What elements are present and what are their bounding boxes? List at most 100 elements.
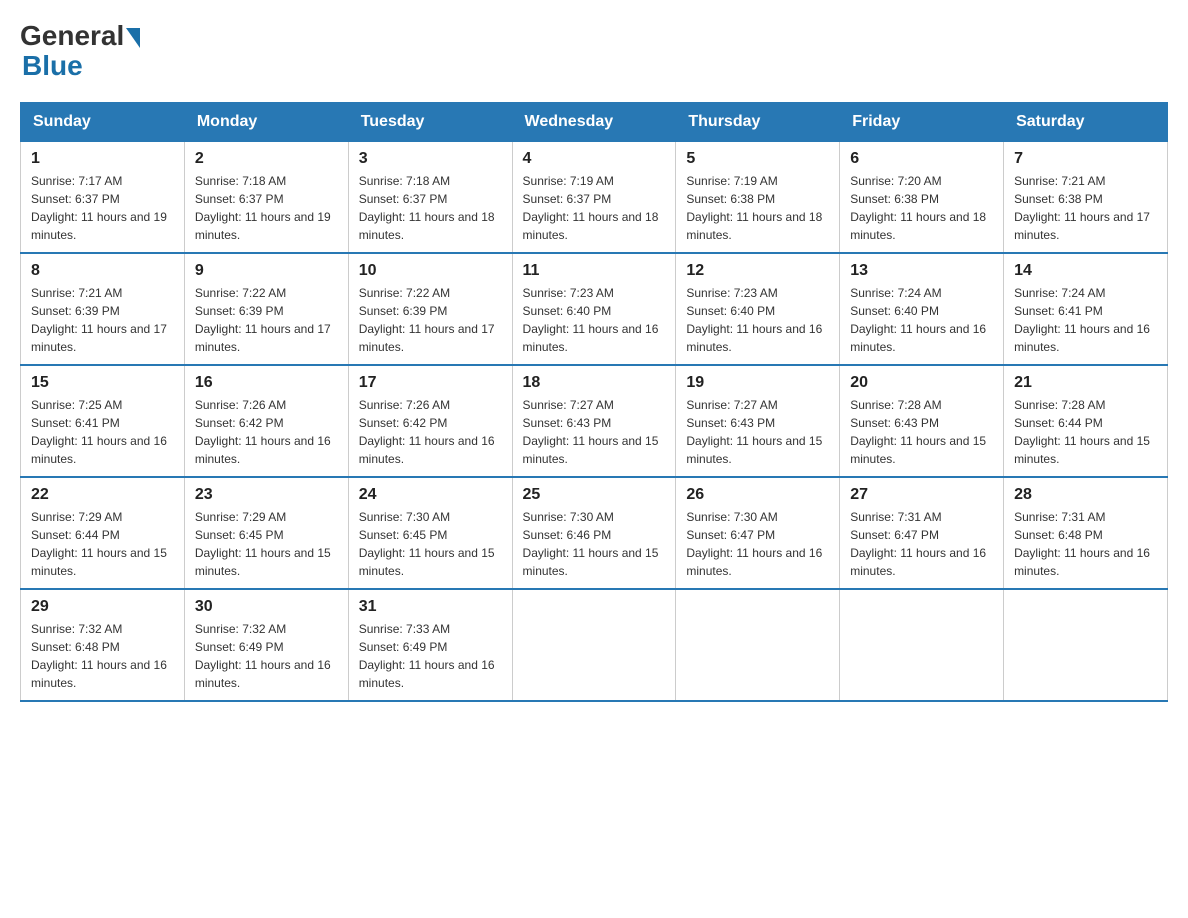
day-number: 4 bbox=[523, 150, 666, 168]
day-number: 14 bbox=[1014, 262, 1157, 280]
header-sunday: Sunday bbox=[21, 103, 185, 142]
day-number: 16 bbox=[195, 374, 338, 392]
calendar-cell: 15 Sunrise: 7:25 AMSunset: 6:41 PMDayligh… bbox=[21, 365, 185, 477]
day-info: Sunrise: 7:32 AMSunset: 6:49 PMDaylight:… bbox=[195, 620, 338, 692]
day-info: Sunrise: 7:22 AMSunset: 6:39 PMDaylight:… bbox=[359, 284, 502, 356]
day-info: Sunrise: 7:27 AMSunset: 6:43 PMDaylight:… bbox=[523, 396, 666, 468]
calendar-cell: 7 Sunrise: 7:21 AMSunset: 6:38 PMDaylight… bbox=[1004, 142, 1168, 254]
day-number: 10 bbox=[359, 262, 502, 280]
day-info: Sunrise: 7:31 AMSunset: 6:47 PMDaylight:… bbox=[850, 508, 993, 580]
calendar-week-row: 29 Sunrise: 7:32 AMSunset: 6:48 PMDayligh… bbox=[21, 589, 1168, 701]
calendar-cell: 1 Sunrise: 7:17 AMSunset: 6:37 PMDaylight… bbox=[21, 142, 185, 254]
day-info: Sunrise: 7:22 AMSunset: 6:39 PMDaylight:… bbox=[195, 284, 338, 356]
day-info: Sunrise: 7:26 AMSunset: 6:42 PMDaylight:… bbox=[359, 396, 502, 468]
logo-blue-text: Blue bbox=[22, 50, 83, 82]
calendar-cell: 22 Sunrise: 7:29 AMSunset: 6:44 PMDayligh… bbox=[21, 477, 185, 589]
logo-arrow-icon bbox=[126, 28, 140, 48]
day-info: Sunrise: 7:33 AMSunset: 6:49 PMDaylight:… bbox=[359, 620, 502, 692]
calendar-cell: 27 Sunrise: 7:31 AMSunset: 6:47 PMDayligh… bbox=[840, 477, 1004, 589]
calendar-cell: 13Sunrise: 7:24 AMSunset: 6:40 PMDayligh… bbox=[840, 253, 1004, 365]
header-friday: Friday bbox=[840, 103, 1004, 142]
calendar-cell: 12 Sunrise: 7:23 AMSunset: 6:40 PMDayligh… bbox=[676, 253, 840, 365]
day-number: 6 bbox=[850, 150, 993, 168]
logo-general-text: General bbox=[20, 20, 124, 52]
day-info: Sunrise: 7:30 AMSunset: 6:45 PMDaylight:… bbox=[359, 508, 502, 580]
day-info: Sunrise: 7:28 AMSunset: 6:43 PMDaylight:… bbox=[850, 396, 993, 468]
header-monday: Monday bbox=[184, 103, 348, 142]
header-wednesday: Wednesday bbox=[512, 103, 676, 142]
calendar-cell: 9 Sunrise: 7:22 AMSunset: 6:39 PMDaylight… bbox=[184, 253, 348, 365]
day-number: 20 bbox=[850, 374, 993, 392]
day-number: 9 bbox=[195, 262, 338, 280]
calendar-cell: 17 Sunrise: 7:26 AMSunset: 6:42 PMDayligh… bbox=[348, 365, 512, 477]
day-info: Sunrise: 7:24 AMSunset: 6:41 PMDaylight:… bbox=[1014, 284, 1157, 356]
day-info: Sunrise: 7:25 AMSunset: 6:41 PMDaylight:… bbox=[31, 396, 174, 468]
calendar-week-row: 15 Sunrise: 7:25 AMSunset: 6:41 PMDayligh… bbox=[21, 365, 1168, 477]
calendar-cell: 31Sunrise: 7:33 AMSunset: 6:49 PMDayligh… bbox=[348, 589, 512, 701]
day-number: 8 bbox=[31, 262, 174, 280]
day-number: 19 bbox=[686, 374, 829, 392]
day-number: 25 bbox=[523, 486, 666, 504]
day-number: 12 bbox=[686, 262, 829, 280]
day-info: Sunrise: 7:21 AMSunset: 6:39 PMDaylight:… bbox=[31, 284, 174, 356]
day-info: Sunrise: 7:19 AMSunset: 6:37 PMDaylight:… bbox=[523, 172, 666, 244]
day-number: 5 bbox=[686, 150, 829, 168]
calendar-cell: 25Sunrise: 7:30 AMSunset: 6:46 PMDayligh… bbox=[512, 477, 676, 589]
calendar-cell: 10 Sunrise: 7:22 AMSunset: 6:39 PMDayligh… bbox=[348, 253, 512, 365]
day-number: 28 bbox=[1014, 486, 1157, 504]
day-number: 7 bbox=[1014, 150, 1157, 168]
day-info: Sunrise: 7:31 AMSunset: 6:48 PMDaylight:… bbox=[1014, 508, 1157, 580]
day-number: 2 bbox=[195, 150, 338, 168]
day-info: Sunrise: 7:21 AMSunset: 6:38 PMDaylight:… bbox=[1014, 172, 1157, 244]
day-info: Sunrise: 7:32 AMSunset: 6:48 PMDaylight:… bbox=[31, 620, 174, 692]
day-info: Sunrise: 7:17 AMSunset: 6:37 PMDaylight:… bbox=[31, 172, 174, 244]
day-number: 27 bbox=[850, 486, 993, 504]
calendar-cell: 21Sunrise: 7:28 AMSunset: 6:44 PMDayligh… bbox=[1004, 365, 1168, 477]
calendar-cell: 20 Sunrise: 7:28 AMSunset: 6:43 PMDayligh… bbox=[840, 365, 1004, 477]
day-number: 15 bbox=[31, 374, 174, 392]
day-info: Sunrise: 7:18 AMSunset: 6:37 PMDaylight:… bbox=[359, 172, 502, 244]
calendar-cell: 11 Sunrise: 7:23 AMSunset: 6:40 PMDayligh… bbox=[512, 253, 676, 365]
header-thursday: Thursday bbox=[676, 103, 840, 142]
day-number: 29 bbox=[31, 598, 174, 616]
day-number: 11 bbox=[523, 262, 666, 280]
header-saturday: Saturday bbox=[1004, 103, 1168, 142]
day-number: 17 bbox=[359, 374, 502, 392]
calendar-cell: 30 Sunrise: 7:32 AMSunset: 6:49 PMDayligh… bbox=[184, 589, 348, 701]
calendar-cell: 3 Sunrise: 7:18 AMSunset: 6:37 PMDaylight… bbox=[348, 142, 512, 254]
calendar-cell: 26Sunrise: 7:30 AMSunset: 6:47 PMDayligh… bbox=[676, 477, 840, 589]
day-number: 26 bbox=[686, 486, 829, 504]
day-number: 23 bbox=[195, 486, 338, 504]
day-number: 3 bbox=[359, 150, 502, 168]
calendar-cell: 23 Sunrise: 7:29 AMSunset: 6:45 PMDayligh… bbox=[184, 477, 348, 589]
day-info: Sunrise: 7:29 AMSunset: 6:45 PMDaylight:… bbox=[195, 508, 338, 580]
day-info: Sunrise: 7:24 AMSunset: 6:40 PMDaylight:… bbox=[850, 284, 993, 356]
calendar-cell: 14 Sunrise: 7:24 AMSunset: 6:41 PMDayligh… bbox=[1004, 253, 1168, 365]
day-number: 1 bbox=[31, 150, 174, 168]
calendar-table: SundayMondayTuesdayWednesdayThursdayFrid… bbox=[20, 102, 1168, 702]
day-info: Sunrise: 7:23 AMSunset: 6:40 PMDaylight:… bbox=[523, 284, 666, 356]
day-info: Sunrise: 7:20 AMSunset: 6:38 PMDaylight:… bbox=[850, 172, 993, 244]
calendar-cell: 2 Sunrise: 7:18 AMSunset: 6:37 PMDaylight… bbox=[184, 142, 348, 254]
page-header: General Blue bbox=[20, 20, 1168, 82]
day-info: Sunrise: 7:29 AMSunset: 6:44 PMDaylight:… bbox=[31, 508, 174, 580]
day-info: Sunrise: 7:23 AMSunset: 6:40 PMDaylight:… bbox=[686, 284, 829, 356]
calendar-cell bbox=[676, 589, 840, 701]
day-number: 18 bbox=[523, 374, 666, 392]
calendar-cell bbox=[1004, 589, 1168, 701]
day-number: 30 bbox=[195, 598, 338, 616]
calendar-header-row: SundayMondayTuesdayWednesdayThursdayFrid… bbox=[21, 103, 1168, 142]
day-number: 24 bbox=[359, 486, 502, 504]
logo: General Blue bbox=[20, 20, 140, 82]
calendar-week-row: 22 Sunrise: 7:29 AMSunset: 6:44 PMDayligh… bbox=[21, 477, 1168, 589]
calendar-cell: 5 Sunrise: 7:19 AMSunset: 6:38 PMDaylight… bbox=[676, 142, 840, 254]
day-number: 22 bbox=[31, 486, 174, 504]
day-info: Sunrise: 7:28 AMSunset: 6:44 PMDaylight:… bbox=[1014, 396, 1157, 468]
day-info: Sunrise: 7:18 AMSunset: 6:37 PMDaylight:… bbox=[195, 172, 338, 244]
calendar-cell bbox=[840, 589, 1004, 701]
calendar-cell: 8 Sunrise: 7:21 AMSunset: 6:39 PMDaylight… bbox=[21, 253, 185, 365]
calendar-cell: 29 Sunrise: 7:32 AMSunset: 6:48 PMDayligh… bbox=[21, 589, 185, 701]
day-info: Sunrise: 7:19 AMSunset: 6:38 PMDaylight:… bbox=[686, 172, 829, 244]
day-info: Sunrise: 7:26 AMSunset: 6:42 PMDaylight:… bbox=[195, 396, 338, 468]
calendar-week-row: 8 Sunrise: 7:21 AMSunset: 6:39 PMDaylight… bbox=[21, 253, 1168, 365]
